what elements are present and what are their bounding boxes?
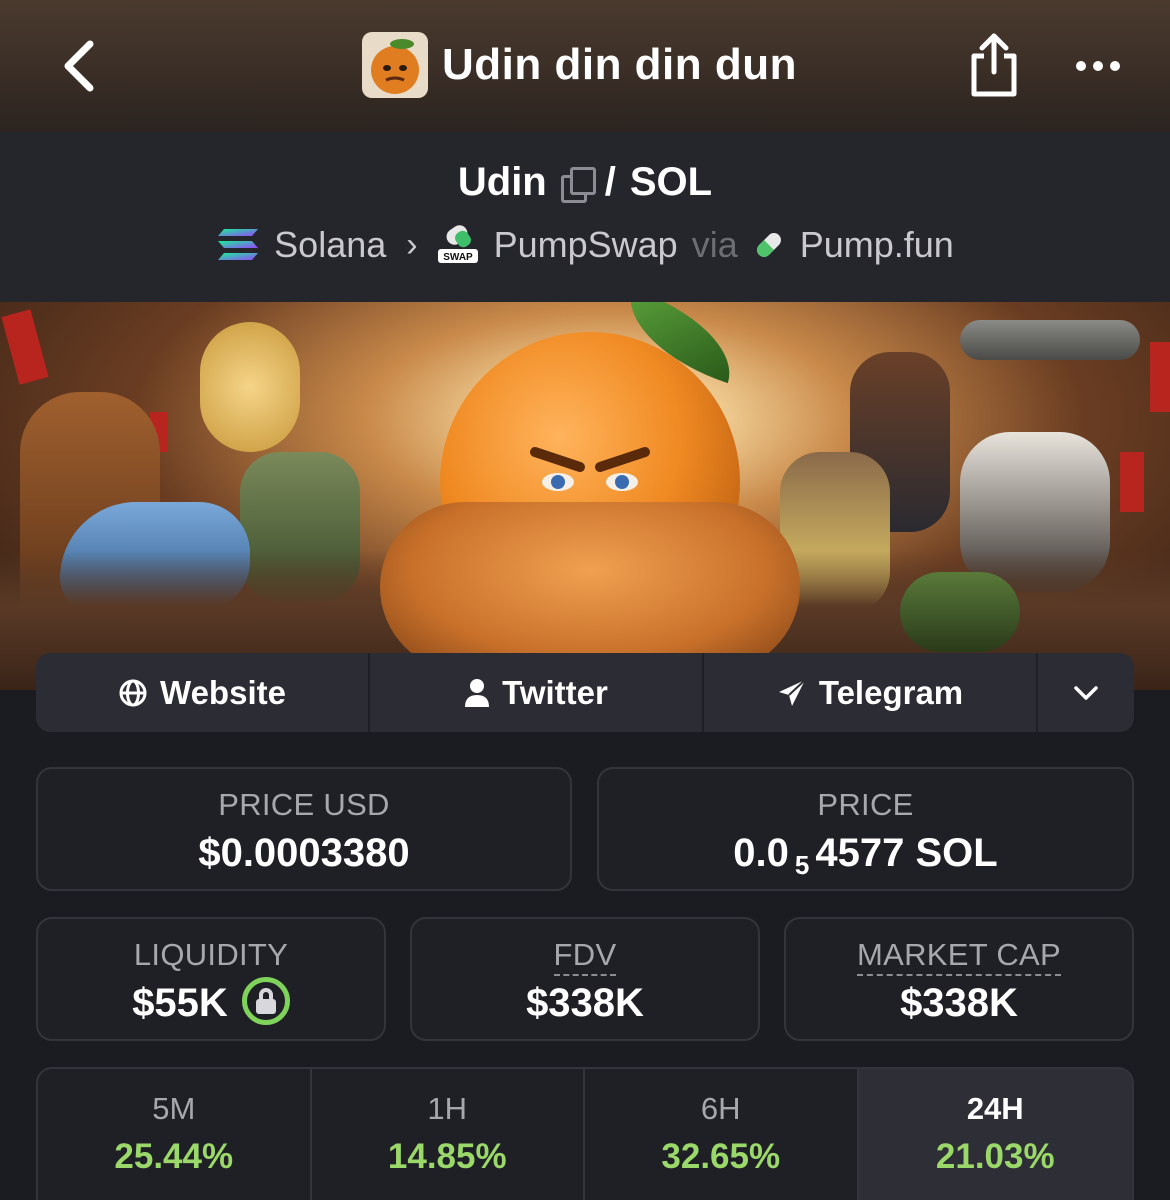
change-percent: 14.85%	[387, 1137, 507, 1176]
pair-line: Udin / SOL	[0, 160, 1170, 205]
chevron-left-icon	[64, 40, 94, 92]
telegram-label: Telegram	[818, 673, 964, 711]
more-links-dropdown[interactable]	[1038, 653, 1134, 732]
quote-token-symbol: SOL	[629, 160, 713, 204]
banner-flag	[1150, 342, 1170, 412]
website-label: Website	[160, 673, 286, 711]
tab-24h[interactable]: 24H 21.03%	[858, 1069, 1132, 1200]
share-icon	[971, 33, 1017, 97]
price-usd-label: PRICE USD	[218, 787, 390, 822]
fdv-label-wrap: FDV	[412, 937, 758, 976]
change-percent: 32.65%	[661, 1137, 781, 1176]
token-banner-image	[0, 302, 1170, 690]
pill-icon	[756, 233, 781, 257]
chevron-down-icon	[1074, 685, 1098, 700]
more-dot	[1076, 61, 1086, 71]
price-change-tabs: 5M 25.44% 1H 14.85% 6H 32.65% 24H 21.03%	[36, 1067, 1134, 1200]
market-cap-label-wrap: MARKET CAP	[786, 937, 1132, 976]
market-cap-card: MARKET CAP $338K	[784, 917, 1134, 1041]
fdv-card: FDV $338K	[410, 917, 760, 1041]
chain-breadcrumb: Solana › SWAP PumpSwap via Pump.fun	[0, 224, 1170, 266]
pair-separator: /	[604, 160, 616, 204]
price-usd-card: PRICE USD $0.0003380	[36, 767, 572, 891]
change-period-label: 6H	[700, 1091, 741, 1126]
top-nav-bar: Udin din din dun	[0, 0, 1170, 132]
share-button[interactable]	[966, 30, 1022, 100]
pumpswap-icon: SWAP	[437, 225, 478, 263]
change-period-label: 1H	[427, 1091, 468, 1126]
fdv-value: $338K	[526, 981, 644, 1025]
lock-icon[interactable]	[241, 977, 290, 1026]
liquidity-value: $55K	[132, 981, 228, 1025]
svg-text:SWAP: SWAP	[443, 252, 473, 263]
banner-frog-character	[900, 572, 1020, 652]
page-title-group: Udin din din dun	[362, 32, 797, 98]
price-usd-value: $0.0003380	[198, 831, 410, 875]
launchpad-name[interactable]: Pump.fun	[800, 224, 954, 266]
back-button[interactable]	[48, 30, 108, 102]
liquidity-card: LIQUIDITY $55K	[36, 917, 386, 1041]
banner-flag	[1120, 452, 1144, 512]
change-percent: 25.44%	[114, 1137, 234, 1176]
price-native-suffix: 4577 SOL	[815, 831, 998, 875]
banner-airplane	[960, 320, 1140, 360]
more-dot	[1110, 61, 1120, 71]
dex-name[interactable]: PumpSwap	[494, 224, 678, 266]
market-cap-label[interactable]: MARKET CAP	[857, 937, 1061, 976]
change-period-label: 5M	[152, 1091, 196, 1126]
market-cap-value: $338K	[900, 981, 1018, 1025]
change-percent: 21.03%	[935, 1137, 1055, 1176]
twitter-label: Twitter	[502, 673, 608, 711]
website-button[interactable]: Website	[36, 653, 370, 732]
via-label: via	[691, 224, 738, 265]
liquidity-value-row: $55K	[38, 977, 384, 1029]
price-native-value: 0.0 5 4577 SOL	[599, 831, 1132, 880]
banner-crossed-arms	[380, 502, 800, 672]
user-icon	[465, 678, 490, 707]
twitter-button[interactable]: Twitter	[370, 653, 704, 732]
fdv-label[interactable]: FDV	[553, 937, 617, 976]
banner-angel-character	[200, 322, 300, 452]
token-avatar-image	[362, 32, 428, 98]
social-links-bar: Website Twitter Telegram	[36, 653, 1134, 732]
tab-6h[interactable]: 6H 32.65%	[585, 1069, 859, 1200]
globe-icon	[119, 679, 147, 706]
telegram-button[interactable]: Telegram	[704, 653, 1038, 732]
more-options-button[interactable]	[1068, 44, 1128, 88]
base-token-symbol: Udin	[457, 160, 547, 204]
banner-flag	[1, 309, 49, 385]
telegram-icon	[778, 678, 806, 706]
solana-icon	[218, 229, 259, 260]
copy-icon[interactable]	[560, 166, 596, 203]
page-title: Udin din din dun	[442, 40, 798, 89]
more-dot	[1093, 61, 1103, 71]
tab-1h[interactable]: 1H 14.85%	[312, 1069, 585, 1200]
chevron-right-icon: ›	[406, 225, 418, 264]
liquidity-label: LIQUIDITY	[133, 937, 289, 972]
pair-header: Udin / SOL Solana › SWAP PumpSwap via Pu…	[0, 132, 1170, 302]
tab-5m[interactable]: 5M 25.44%	[38, 1069, 312, 1200]
price-native-card: PRICE 0.0 5 4577 SOL	[597, 767, 1134, 891]
price-native-prefix: 0.0	[733, 831, 789, 875]
token-avatar	[362, 32, 428, 98]
price-native-zero-count: 5	[794, 850, 810, 880]
change-period-label: 24H	[966, 1091, 1024, 1126]
price-native-label: PRICE	[817, 787, 914, 822]
chain-name[interactable]: Solana	[274, 224, 386, 266]
